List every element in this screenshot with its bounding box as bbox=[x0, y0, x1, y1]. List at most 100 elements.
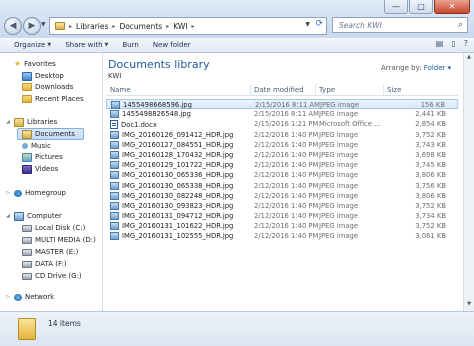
breadcrumb-kwi[interactable]: KWI bbox=[173, 22, 187, 31]
file-name-cell: IMG_20160128_170432_HDR.jpg bbox=[110, 150, 233, 159]
file-size-cell: 3,734 KB bbox=[415, 212, 446, 221]
expand-icon[interactable]: ▷ bbox=[6, 294, 10, 300]
nav-item-recent-places[interactable]: Recent Places bbox=[22, 94, 84, 104]
file-name-cell: IMG_20160131_102555_HDR.jpg bbox=[110, 232, 233, 241]
share-with-button[interactable]: Share with ▼ bbox=[65, 41, 108, 49]
forward-button[interactable]: ▶ bbox=[23, 17, 41, 35]
table-row[interactable]: IMG_20160128_170432_HDR.jpg 2/12/2016 1:4… bbox=[106, 150, 458, 160]
expand-icon[interactable]: ◢ bbox=[6, 119, 10, 125]
breadcrumb-documents[interactable]: Documents bbox=[119, 22, 162, 31]
library-subtitle: KWI bbox=[108, 72, 122, 80]
file-size-cell: 3,743 KB bbox=[415, 140, 446, 149]
item-count: 14 items bbox=[48, 319, 81, 328]
file-size-cell: 156 KB bbox=[420, 101, 445, 109]
file-list-pane: Documents library KWI Arrange by: Folder… bbox=[103, 53, 463, 311]
column-divider[interactable] bbox=[315, 84, 316, 95]
column-header-date[interactable]: Date modified bbox=[254, 86, 304, 94]
nav-libraries[interactable]: Libraries bbox=[14, 117, 57, 127]
file-name-cell: 1455498668596.jpg bbox=[111, 101, 192, 109]
table-row[interactable]: IMG_20160131_101622_HDR.jpg 2/12/2016 1:4… bbox=[106, 221, 458, 231]
music-icon bbox=[22, 143, 28, 149]
nav-network[interactable]: Network bbox=[14, 292, 54, 302]
expand-icon[interactable]: ▷ bbox=[6, 190, 10, 196]
maximize-button[interactable]: □ bbox=[409, 0, 433, 14]
nav-computer[interactable]: Computer bbox=[14, 211, 62, 221]
nav-item-master[interactable]: MASTER (E:) bbox=[22, 247, 78, 257]
file-size-cell: 3,698 KB bbox=[415, 150, 446, 159]
file-type-cell: JPEG image bbox=[319, 232, 358, 241]
nav-item-local-disk[interactable]: Local Disk (C:) bbox=[22, 223, 85, 233]
search-input[interactable]: Search KWI ⌕ bbox=[332, 17, 468, 33]
file-size-cell: 3,752 KB bbox=[415, 201, 446, 210]
nav-item-data[interactable]: DATA (F:) bbox=[22, 259, 67, 269]
back-button[interactable]: ◀ bbox=[4, 17, 22, 35]
nav-item-music[interactable]: Music bbox=[22, 141, 51, 151]
organize-label: Organize bbox=[14, 41, 46, 49]
arrange-by-dropdown[interactable]: Folder ▾ bbox=[424, 64, 451, 72]
table-row[interactable]: 1455498668596.jpg 2/15/2016 8:11 AM JPEG i… bbox=[106, 99, 458, 110]
close-button[interactable]: ✕ bbox=[434, 0, 470, 14]
view-options-icon[interactable]: ▤ bbox=[436, 39, 444, 48]
table-row[interactable]: Doc1.docx 2/15/2016 1:21 PM Microsoft Offi… bbox=[106, 119, 458, 130]
new-folder-label: New folder bbox=[152, 41, 191, 49]
command-bar: Organize ▼ Share with ▼ Burn New folder … bbox=[0, 38, 474, 53]
nav-item-pictures[interactable]: Pictures bbox=[22, 152, 63, 162]
new-folder-button[interactable]: New folder bbox=[153, 41, 191, 49]
nav-network-label: Network bbox=[25, 293, 55, 301]
file-type-cell: JPEG image bbox=[319, 191, 358, 200]
file-type-cell: JPEG image bbox=[319, 161, 358, 170]
nav-item-desktop[interactable]: Desktop bbox=[22, 71, 64, 81]
arrange-by-value: Folder bbox=[423, 64, 446, 72]
burn-button[interactable]: Burn bbox=[122, 41, 138, 49]
nav-item-downloads[interactable]: Downloads bbox=[22, 82, 73, 92]
word-document-icon bbox=[110, 120, 118, 130]
nav-item-videos[interactable]: Videos bbox=[22, 164, 58, 174]
nav-item-label: MULTI MEDIA (D:) bbox=[35, 236, 96, 244]
nav-item-documents[interactable]: Documents bbox=[17, 128, 84, 140]
folder-icon bbox=[55, 22, 65, 30]
column-header-type[interactable]: Type bbox=[319, 86, 335, 94]
table-row[interactable]: IMG_20160130_093823_HDR.jpg 2/12/2016 1:4… bbox=[106, 201, 458, 211]
recent-places-icon bbox=[22, 95, 32, 103]
column-header-name[interactable]: Name bbox=[110, 86, 131, 94]
refresh-icon[interactable]: ⟳ bbox=[315, 19, 323, 29]
column-divider[interactable] bbox=[250, 84, 251, 95]
column-header-size[interactable]: Size bbox=[387, 86, 401, 94]
table-row[interactable]: IMG_20160130_065338_HDR.jpg 2/12/2016 1:4… bbox=[106, 181, 458, 191]
jpeg-image-icon bbox=[110, 150, 119, 159]
recent-pages-dropdown[interactable]: ▼ bbox=[41, 21, 46, 28]
desktop-icon bbox=[22, 71, 32, 81]
table-row[interactable]: IMG_20160131_102555_HDR.jpg 2/12/2016 1:4… bbox=[106, 231, 458, 241]
address-history-dropdown[interactable]: ▼ bbox=[305, 21, 310, 28]
nav-homegroup[interactable]: Homegroup bbox=[14, 188, 66, 198]
minimize-button[interactable]: — bbox=[384, 0, 408, 14]
table-row[interactable]: IMG_20160129_101722_HDR.jpg 2/12/2016 1:4… bbox=[106, 160, 458, 170]
nav-item-cd-drive[interactable]: CD Drive (G:) bbox=[22, 271, 82, 281]
organize-button[interactable]: Organize ▼ bbox=[14, 41, 51, 49]
table-row[interactable]: IMG_20160131_094712_HDR.jpg 2/12/2016 1:4… bbox=[106, 211, 458, 221]
search-icon[interactable]: ⌕ bbox=[458, 20, 463, 30]
address-bar[interactable]: ▸ Libraries ▸ Documents ▸ KWI ▸ ▼ ⟳ bbox=[49, 17, 327, 35]
table-row[interactable]: IMG_20160127_084551_HDR.jpg 2/12/2016 1:4… bbox=[106, 140, 458, 150]
column-divider[interactable] bbox=[383, 84, 384, 95]
scroll-up-icon[interactable]: ▲ bbox=[465, 54, 473, 63]
vertical-scrollbar[interactable]: ▲ ▼ bbox=[463, 53, 474, 311]
nav-favorites[interactable]: ★ Favorites bbox=[14, 59, 56, 69]
table-row[interactable]: 1455498826548.jpg 2/15/2016 8:11 AM JPEG i… bbox=[106, 109, 458, 119]
nav-item-label: Videos bbox=[35, 165, 59, 173]
scroll-down-icon[interactable]: ▼ bbox=[465, 301, 473, 310]
table-row[interactable]: IMG_20160130_082248_HDR.jpg 2/12/2016 1:4… bbox=[106, 191, 458, 201]
breadcrumb-libraries[interactable]: Libraries bbox=[76, 22, 108, 31]
file-date-cell: 2/15/2016 8:11 AM bbox=[254, 110, 319, 119]
table-row[interactable]: IMG_20160130_065336_HDR.jpg 2/12/2016 1:4… bbox=[106, 170, 458, 180]
nav-item-multi-media[interactable]: MULTI MEDIA (D:) bbox=[22, 235, 96, 245]
help-icon[interactable]: ? bbox=[464, 39, 468, 48]
file-name: Doc1.docx bbox=[121, 120, 157, 129]
table-row[interactable]: IMG_20160126_091412_HDR.jpg 2/12/2016 1:4… bbox=[106, 130, 458, 140]
preview-pane-icon[interactable]: ▯ bbox=[451, 39, 455, 48]
file-size-cell: 3,756 KB bbox=[415, 181, 446, 190]
file-size-cell: 2,854 KB bbox=[415, 120, 446, 129]
expand-icon[interactable]: ◢ bbox=[6, 213, 10, 219]
file-name-cell: IMG_20160131_101622_HDR.jpg bbox=[110, 222, 233, 231]
file-type-cell: JPEG image bbox=[319, 150, 358, 159]
